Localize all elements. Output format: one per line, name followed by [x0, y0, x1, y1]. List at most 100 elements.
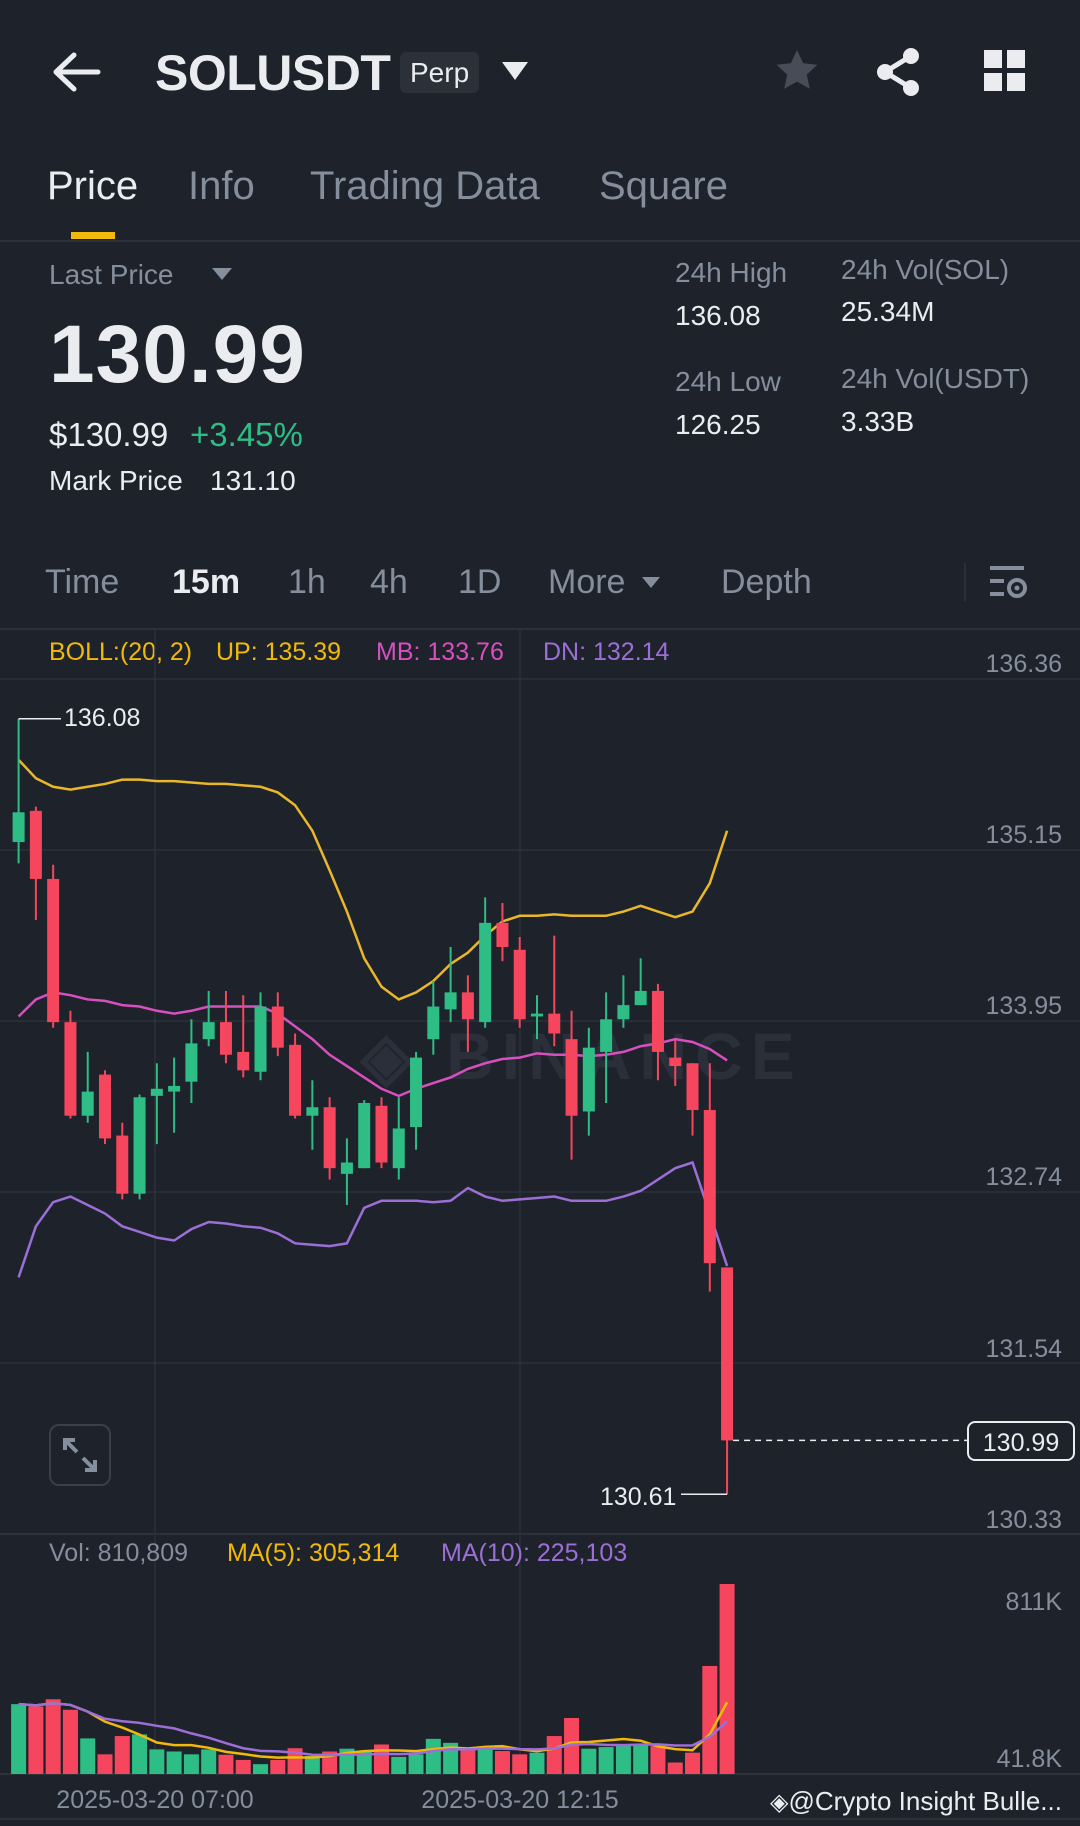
- volume-bar: [11, 1704, 27, 1774]
- price-tick: 133.95: [985, 992, 1062, 1020]
- volume-bar: [581, 1748, 597, 1774]
- bottom-divider: [0, 1818, 1080, 1820]
- candle-up: [150, 1088, 163, 1096]
- candle-up: [531, 1013, 543, 1017]
- price-tick: 136.36: [985, 650, 1062, 678]
- volume-bar: [373, 1744, 389, 1774]
- volume-bar: [546, 1736, 562, 1774]
- candle-down: [721, 1267, 734, 1441]
- volume-bar: [28, 1706, 44, 1774]
- candle-up: [254, 1006, 267, 1072]
- candle-down: [64, 1022, 77, 1116]
- volume-bar: [425, 1738, 441, 1774]
- price-tick: 132.74: [985, 1163, 1062, 1191]
- volume-bar: [633, 1744, 649, 1774]
- volume-bar: [529, 1752, 545, 1774]
- boll-upper-line: [17, 758, 729, 1001]
- volume-bar: [235, 1759, 251, 1774]
- volume-bar: [494, 1751, 510, 1774]
- volume-bar: [201, 1749, 217, 1774]
- volume-bar: [615, 1745, 631, 1774]
- volume-bar: [667, 1762, 683, 1774]
- volume-bar: [702, 1665, 718, 1774]
- fullscreen-button[interactable]: [49, 1424, 111, 1486]
- candle-down: [116, 1135, 129, 1194]
- volume-bar: [598, 1747, 614, 1774]
- candle-up: [306, 1107, 319, 1116]
- volume-bar: [477, 1748, 493, 1774]
- volume-ma10: MA(10): 225,103: [441, 1539, 628, 1567]
- volume-tick: 41.8K: [996, 1745, 1062, 1773]
- candle-down: [461, 992, 474, 1020]
- candle-down: [99, 1074, 111, 1139]
- candle-up: [12, 812, 25, 843]
- candle-down: [548, 1013, 561, 1034]
- candle-up: [634, 990, 647, 1006]
- candle-up: [582, 1047, 595, 1112]
- candle-up: [600, 1019, 613, 1052]
- candle-down: [323, 1107, 336, 1169]
- volume-bar: [149, 1749, 165, 1774]
- binance-logo-icon: ◈: [770, 1789, 789, 1816]
- candle-up: [81, 1091, 94, 1116]
- candle-down: [219, 1022, 232, 1055]
- volume-bar: [132, 1734, 148, 1774]
- candle-down: [686, 1063, 699, 1111]
- volume-bar: [166, 1751, 182, 1774]
- volume-ma5: MA(5): 305,314: [227, 1539, 400, 1567]
- time-tick: 2025-03-20 12:15: [421, 1786, 619, 1814]
- watermark-credit: ◈@Crypto Insight Bulle...: [770, 1786, 1062, 1817]
- candle-down: [703, 1110, 716, 1264]
- volume-tick: 811K: [1005, 1588, 1062, 1616]
- volume-bar: [80, 1738, 96, 1774]
- candle-up: [168, 1085, 181, 1092]
- expand-icon: [63, 1438, 97, 1472]
- low-marker-label: 130.61: [600, 1483, 677, 1511]
- candle-down: [669, 1057, 682, 1067]
- price-tick: 131.54: [985, 1335, 1062, 1363]
- candle-up: [358, 1102, 371, 1169]
- volume-bar: [62, 1709, 78, 1774]
- volume-bar: [270, 1759, 286, 1774]
- volume-bar: [685, 1752, 701, 1774]
- candle-up: [617, 1005, 630, 1020]
- volume-bar: [391, 1756, 407, 1774]
- volume-bar: [650, 1746, 666, 1774]
- price-tick: 135.15: [985, 821, 1062, 849]
- candle-up: [410, 1057, 423, 1128]
- volume-bar: [183, 1754, 199, 1774]
- candle-down: [289, 1044, 302, 1116]
- volume-bar: [719, 1584, 735, 1774]
- volume-bar: [97, 1754, 113, 1774]
- volume-value: Vol: 810,809: [49, 1539, 189, 1567]
- volume-bar: [218, 1754, 234, 1774]
- candle-down: [496, 922, 509, 947]
- candle-up: [202, 1022, 215, 1040]
- volume-bar: [460, 1749, 476, 1774]
- credit-text: @Crypto Insight Bulle...: [788, 1786, 1062, 1816]
- candle-up: [185, 1043, 198, 1082]
- candle-down: [651, 990, 664, 1052]
- candle-up: [392, 1128, 405, 1169]
- candle-down: [47, 878, 60, 1023]
- volume-bar: [45, 1699, 61, 1774]
- candle-up: [479, 922, 492, 1023]
- candle-down: [375, 1105, 388, 1163]
- high-marker-label: 136.08: [64, 704, 141, 732]
- price-tick: 130.33: [985, 1506, 1062, 1534]
- time-tick: 2025-03-20 07:00: [56, 1786, 254, 1814]
- candle-up: [133, 1097, 146, 1194]
- candle-down: [237, 1051, 250, 1071]
- candle-up: [444, 992, 457, 1010]
- volume-bar: [253, 1764, 269, 1774]
- current-price-tag[interactable]: 130.99: [967, 1421, 1075, 1461]
- candle-up: [340, 1162, 353, 1174]
- candle-down: [29, 810, 42, 879]
- candle-down: [513, 949, 526, 1020]
- candle-down: [565, 1039, 578, 1116]
- candle-down: [271, 1006, 284, 1048]
- volume-bar: [114, 1736, 130, 1774]
- volume-bar: [408, 1754, 424, 1774]
- candle-up: [427, 1006, 440, 1040]
- volume-bar: [512, 1754, 528, 1774]
